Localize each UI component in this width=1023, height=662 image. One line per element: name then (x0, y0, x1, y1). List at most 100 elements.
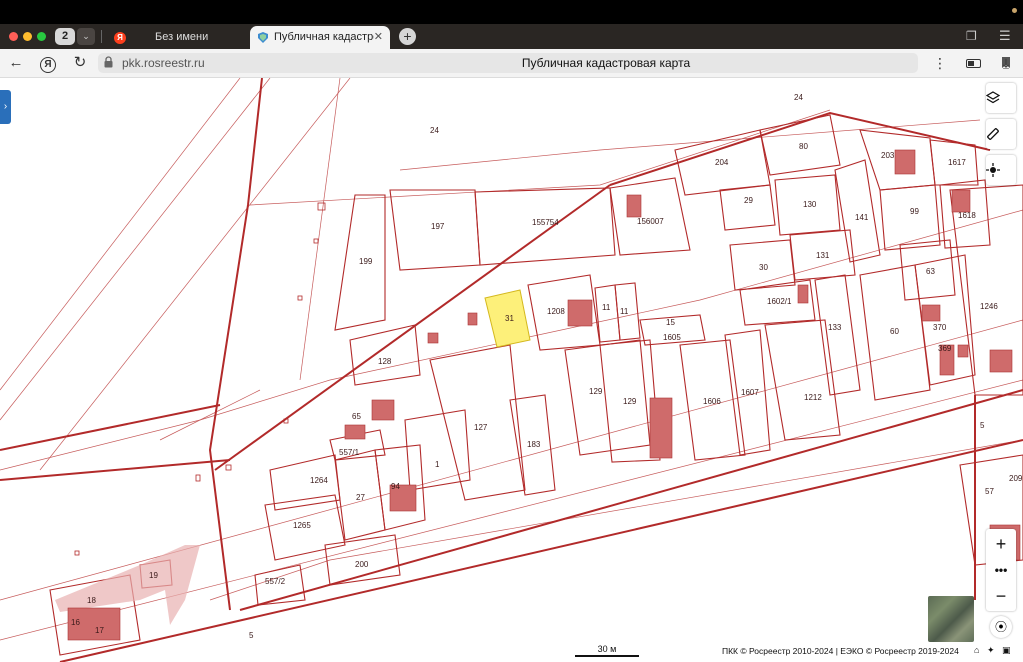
building-370[interactable] (921, 304, 941, 322)
url-text: pkk.rosreestr.ru (122, 56, 205, 70)
label-1212: 1212 (804, 393, 822, 402)
parcel-1264[interactable] (269, 454, 341, 511)
tab-cadastral-map[interactable]: Публичная кадастровая карта ✕ (250, 26, 390, 49)
locate-small-icon[interactable]: ✦ (987, 645, 995, 655)
parcel-141[interactable] (834, 159, 881, 263)
label-29: 29 (744, 196, 753, 205)
marker-square (317, 202, 326, 211)
label-1618: 1618 (958, 211, 976, 220)
print-icon[interactable]: ▣ (1002, 645, 1011, 655)
label-65: 65 (352, 412, 361, 421)
close-window-button[interactable] (9, 32, 18, 41)
tab-separator (101, 30, 102, 43)
yandex-logo-icon[interactable]: Я (39, 54, 57, 73)
building-65[interactable] (344, 424, 366, 440)
label-127: 127 (474, 423, 488, 432)
building-203[interactable] (894, 149, 916, 175)
tab-untitled[interactable]: Я Без имени (106, 26, 246, 49)
label-11b: 11 (620, 307, 629, 316)
label-1602-1: 1602/1 (767, 297, 792, 306)
more-options-icon[interactable]: ⋮ (931, 54, 949, 72)
zoom-in-button[interactable]: + (986, 531, 1016, 557)
label-1246: 1246 (980, 302, 998, 311)
label-5b: 5 (980, 421, 985, 430)
label-557-1: 557/1 (339, 448, 360, 457)
building-1208[interactable] (567, 299, 593, 327)
crosshair-icon (986, 163, 1000, 177)
parcel-29[interactable] (719, 184, 776, 231)
marker-square (225, 464, 232, 471)
building-156007[interactable] (626, 194, 642, 218)
label-557-2: 557/2 (265, 577, 286, 586)
building-1246[interactable] (989, 349, 1013, 373)
label-17: 17 (95, 626, 104, 635)
label-1617: 1617 (948, 158, 966, 167)
label-1607: 1607 (741, 388, 759, 397)
building-a[interactable] (427, 332, 439, 344)
battery-icon[interactable] (966, 59, 981, 68)
label-369: 369 (938, 344, 952, 353)
more-tools-button[interactable]: ••• (986, 557, 1016, 583)
parcel-1[interactable] (404, 409, 471, 491)
label-57: 57 (985, 487, 994, 496)
label-16: 16 (71, 618, 80, 627)
building-1618[interactable] (951, 189, 971, 213)
label-1606: 1606 (703, 397, 721, 406)
yandex-favicon-icon: Я (114, 32, 126, 44)
tab-count-button[interactable]: 2 (55, 28, 75, 45)
home-icon[interactable]: ⌂ (974, 645, 979, 655)
measure-button[interactable] (986, 119, 1016, 149)
label-200: 200 (355, 560, 369, 569)
compass-icon[interactable]: ⦿ (990, 616, 1012, 638)
label-31: 31 (505, 314, 514, 323)
parcel-99[interactable] (879, 184, 941, 251)
scale-label: 30 м (597, 644, 617, 654)
download-icon[interactable]: ⤓ (997, 54, 1015, 72)
label-199: 199 (359, 257, 373, 266)
basemap-switch-thumbnail[interactable] (928, 596, 974, 642)
label-209: 209 (1009, 474, 1023, 483)
close-tab-icon[interactable]: ✕ (374, 26, 383, 49)
layers-button[interactable] (986, 83, 1016, 113)
new-tab-button[interactable]: + (399, 28, 416, 45)
building-1602[interactable] (797, 284, 809, 304)
scale-bar: 30 м (575, 644, 639, 657)
cadastral-map[interactable]: 24 24 197 155754 156007 204 80 203 1617 … (0, 78, 1023, 662)
label-155754: 155754 (532, 218, 559, 227)
maximize-window-button[interactable] (37, 32, 46, 41)
map-canvas[interactable]: 24 24 197 155754 156007 204 80 203 1617 … (0, 78, 1023, 662)
building-small[interactable] (957, 344, 969, 358)
zoom-out-button[interactable]: − (986, 583, 1016, 609)
building-129[interactable] (649, 397, 673, 459)
camera-indicator-icon (1012, 8, 1017, 13)
ruler-icon (987, 128, 999, 140)
tab-manager-icon[interactable]: ❐ (966, 29, 980, 43)
url-field[interactable]: pkk.rosreestr.ru Публичная кадастровая к… (98, 53, 1010, 73)
label-1265: 1265 (293, 521, 311, 530)
tab-label: Без имени (155, 31, 209, 43)
address-bar: ← Я ↻ pkk.rosreestr.ru Публичная кадастр… (0, 49, 1023, 78)
label-203: 203 (881, 151, 895, 160)
marker-square (313, 238, 319, 244)
parcel-128[interactable] (349, 324, 421, 386)
tab-label: Публичная кадастровая карта (274, 31, 374, 43)
parcel-129[interactable] (564, 339, 651, 456)
browser-menu-icon[interactable]: ☰ (999, 28, 1013, 43)
parcel-133[interactable] (814, 274, 861, 396)
building-1604[interactable] (371, 399, 395, 421)
label-129b: 129 (623, 397, 637, 406)
label-131: 131 (816, 251, 830, 260)
label-128: 128 (378, 357, 392, 366)
locate-button[interactable] (986, 155, 1016, 185)
minimize-window-button[interactable] (23, 32, 32, 41)
tab-list-chevron-icon[interactable]: ⌄ (77, 28, 95, 45)
label-370: 370 (933, 323, 947, 332)
building-b[interactable] (467, 312, 478, 326)
label-19: 19 (149, 571, 158, 580)
reload-icon[interactable]: ↻ (71, 54, 89, 72)
sidebar-expand-chevron-icon[interactable]: › (0, 90, 11, 124)
page-title: Публичная кадастровая карта (521, 56, 691, 70)
label-156007: 156007 (637, 217, 664, 226)
back-arrow-icon[interactable]: ← (7, 54, 25, 72)
label-1: 1 (435, 460, 440, 469)
